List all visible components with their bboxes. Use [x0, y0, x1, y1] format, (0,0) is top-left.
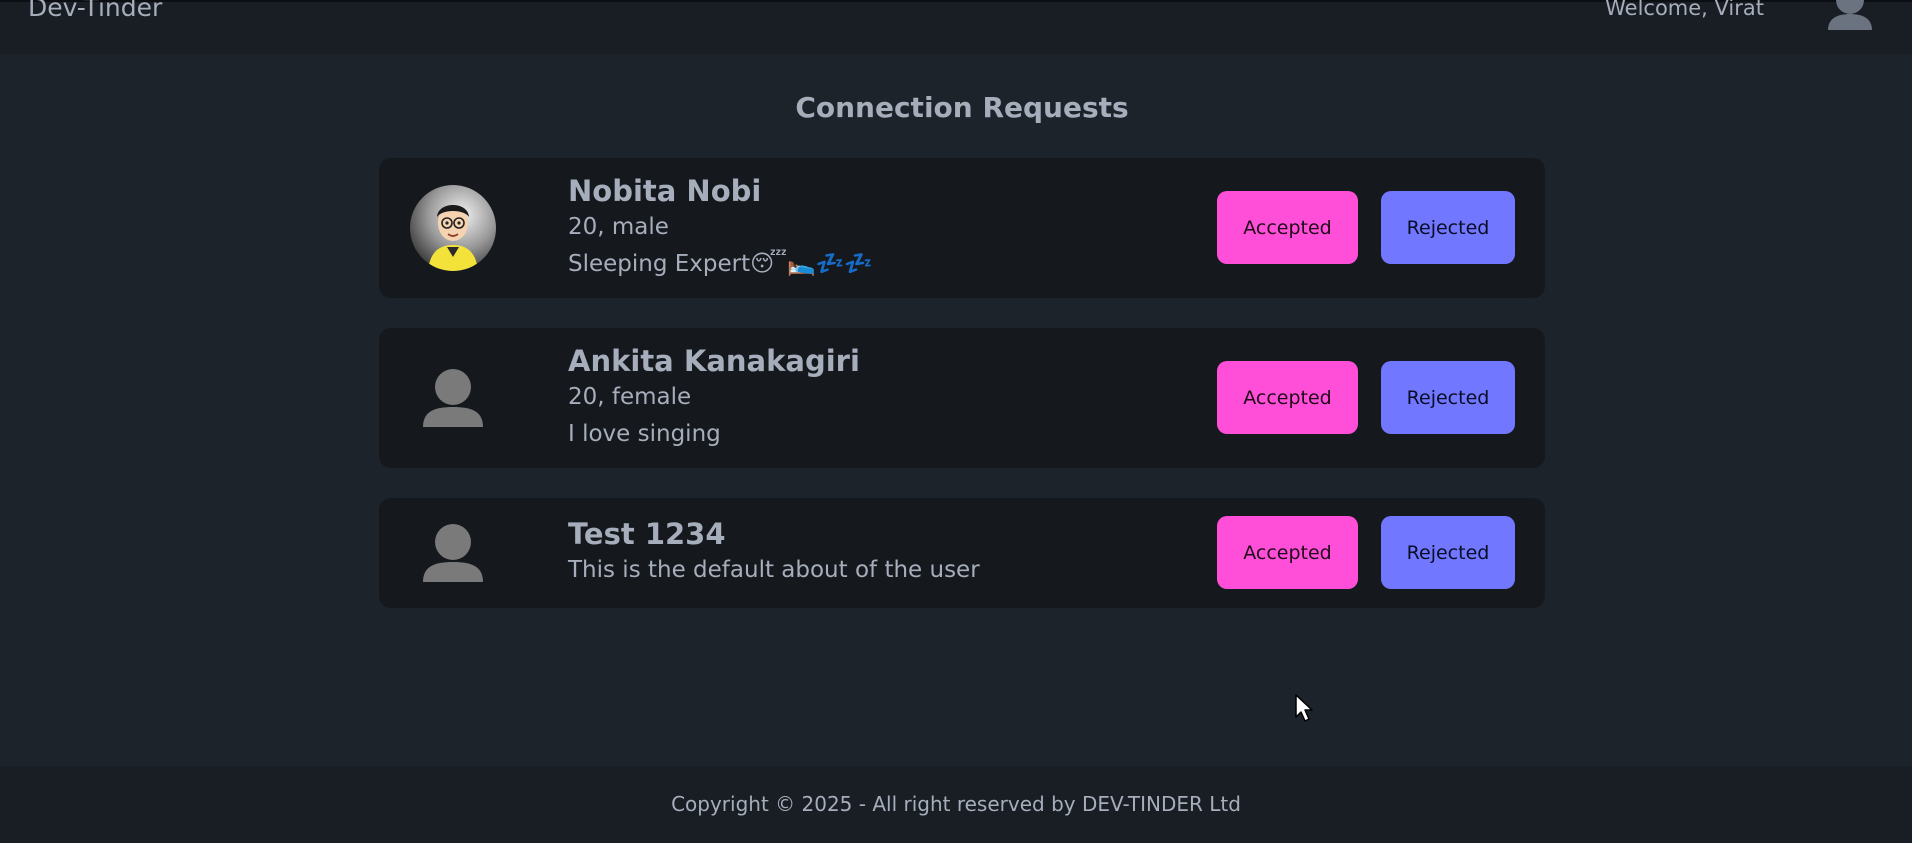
request-name: Nobita Nobi	[568, 174, 762, 208]
welcome-text: Welcome, Virat	[1605, 0, 1764, 20]
brand-logo[interactable]: Dev-Tinder	[28, 0, 162, 24]
footer: Copyright © 2025 - All right reserved by…	[0, 766, 1912, 843]
avatar	[410, 185, 496, 271]
request-name: Test 1234	[568, 517, 726, 551]
request-info: Nobita Nobi 20, male Sleeping Expert😴🛌💤💤	[568, 173, 873, 283]
request-name: Ankita Kanakagiri	[568, 344, 860, 378]
request-info: Test 1234 This is the default about of t…	[568, 516, 980, 589]
page-title: Connection Requests	[795, 91, 1129, 124]
default-user-icon	[415, 355, 491, 441]
request-details: 20, male	[568, 214, 669, 240]
default-user-icon	[415, 510, 491, 596]
navbar: Dev-Tinder Welcome, Virat	[0, 0, 1912, 54]
accept-button[interactable]: Accepted	[1217, 361, 1358, 434]
request-about: This is the default about of the user	[568, 557, 980, 583]
reject-button[interactable]: Rejected	[1381, 191, 1515, 264]
request-about: Sleeping Expert😴🛌💤💤	[568, 251, 873, 277]
request-card: Ankita Kanakagiri 20, female I love sing…	[379, 328, 1545, 468]
mouse-cursor-icon	[1294, 693, 1316, 723]
copyright-text: Copyright © 2025 - All right reserved by…	[671, 792, 1241, 816]
request-card: Nobita Nobi 20, male Sleeping Expert😴🛌💤💤…	[379, 158, 1545, 298]
accept-button[interactable]: Accepted	[1217, 191, 1358, 264]
request-card: Test 1234 This is the default about of t…	[379, 498, 1545, 608]
user-avatar-icon[interactable]	[1824, 0, 1876, 30]
request-about: I love singing	[568, 421, 721, 447]
reject-button[interactable]: Rejected	[1381, 516, 1515, 589]
request-details: 20, female	[568, 384, 692, 410]
reject-button[interactable]: Rejected	[1381, 361, 1515, 434]
accept-button[interactable]: Accepted	[1217, 516, 1358, 589]
request-info: Ankita Kanakagiri 20, female I love sing…	[568, 343, 860, 453]
